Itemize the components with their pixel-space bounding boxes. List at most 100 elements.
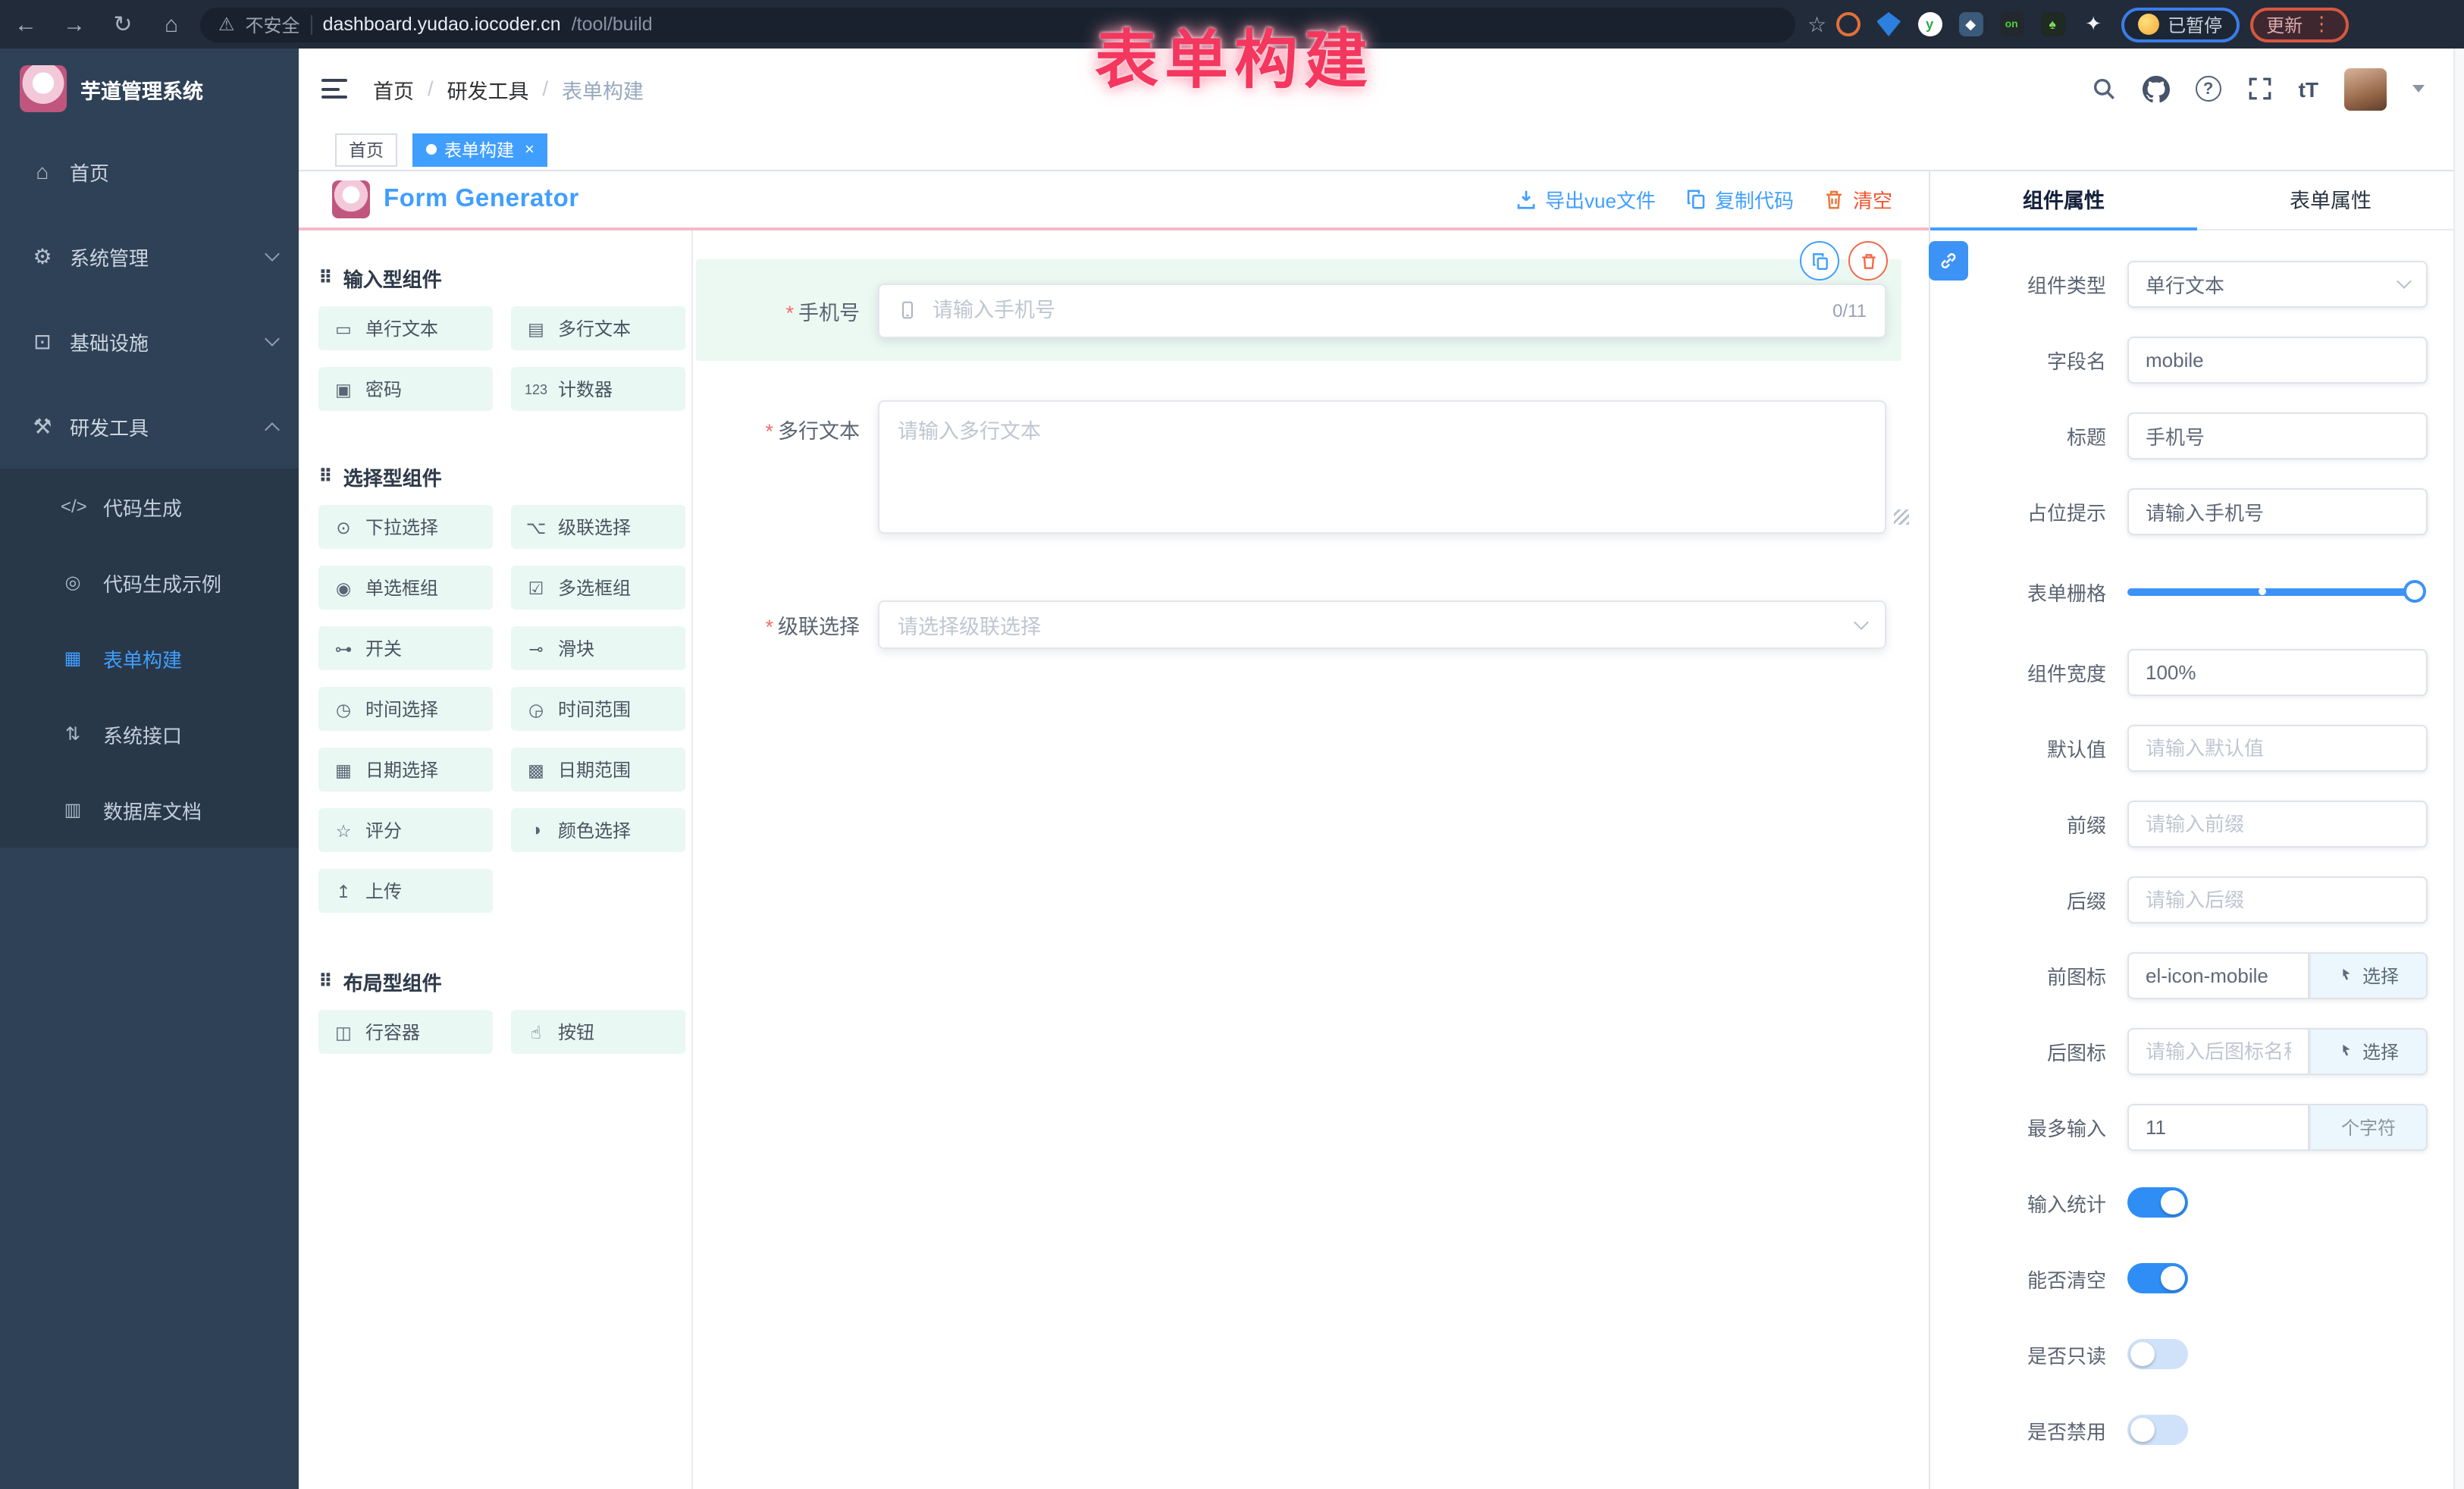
back-icon[interactable]: ←	[12, 11, 39, 37]
delete-field-button[interactable]	[1848, 241, 1888, 281]
component-chip-switch[interactable]: ⊶开关	[318, 626, 493, 670]
duplicate-field-button[interactable]	[1800, 241, 1839, 281]
component-chip-radio[interactable]: ◉单选框组	[318, 566, 493, 610]
component-chip-password[interactable]: ▣密码	[318, 367, 493, 411]
badge-icon: ◎	[61, 572, 85, 593]
suffix-input[interactable]	[2127, 876, 2428, 923]
breadcrumb-home[interactable]: 首页	[373, 74, 414, 104]
component-chip-date-range[interactable]: ▩日期范围	[511, 748, 685, 792]
sidebar-item-form-builder[interactable]: ▦ 表单构建	[0, 620, 299, 696]
collapse-sidebar-icon[interactable]	[321, 79, 347, 99]
cascader-select[interactable]: 请选择级联选择	[878, 600, 1886, 649]
maxlen-input[interactable]	[2127, 1103, 2309, 1150]
choose-suffix-icon-button[interactable]: 选择	[2309, 1027, 2428, 1074]
mobile-input[interactable]: 0/11	[878, 283, 1886, 337]
component-type-select[interactable]: 单行文本	[2127, 260, 2428, 307]
breadcrumb-devtools[interactable]: 研发工具	[447, 74, 529, 104]
readonly-toggle[interactable]	[2127, 1339, 2188, 1369]
component-chip-textarea[interactable]: ▤多行文本	[511, 306, 685, 350]
extension-puzzle-icon[interactable]: ◆	[1958, 12, 1983, 36]
slider-handle[interactable]	[2403, 580, 2426, 603]
component-chip-checkbox[interactable]: ☑多选框组	[511, 566, 685, 610]
component-chip-row[interactable]: ◫行容器	[318, 1010, 493, 1054]
github-icon[interactable]	[2143, 75, 2170, 102]
paused-badge[interactable]: 已暂停	[2121, 7, 2239, 42]
extension-v-icon[interactable]: y	[1917, 12, 1942, 36]
component-chip-date[interactable]: ▦日期选择	[318, 748, 493, 792]
clear-button[interactable]: 清空	[1823, 185, 1892, 214]
header-actions: ? tT	[2091, 67, 2425, 110]
component-chip-counter[interactable]: 123计数器	[511, 367, 685, 411]
sidebar-item-codegen-demo[interactable]: ◎ 代码生成示例	[0, 544, 299, 620]
component-chip-slider[interactable]: ⊸滑块	[511, 626, 685, 670]
choose-prefix-icon-button[interactable]: 选择	[2309, 951, 2428, 998]
extension-on-icon[interactable]: on	[1999, 12, 2024, 36]
sidebar-item-devtools[interactable]: ⚒ 研发工具	[0, 384, 299, 469]
page-scrollbar[interactable]	[2453, 49, 2464, 1489]
extension-star-icon[interactable]: ✦	[2081, 12, 2105, 36]
width-input[interactable]	[2127, 648, 2428, 695]
link-button[interactable]	[1929, 241, 1968, 281]
extension-leaf-icon[interactable]: ♠	[2040, 12, 2064, 36]
disabled-toggle[interactable]	[2127, 1415, 2188, 1445]
forward-icon[interactable]: →	[61, 11, 88, 37]
component-chip-upload[interactable]: ↥上传	[318, 869, 493, 913]
component-chip-single-text[interactable]: ▭单行文本	[318, 306, 493, 350]
default-value-input[interactable]	[2127, 724, 2428, 771]
update-button[interactable]: 更新 ⋮	[2249, 7, 2348, 42]
sidebar-item-home[interactable]: ⌂ 首页	[0, 129, 299, 214]
form-field-textarea[interactable]: *多行文本	[696, 400, 1901, 534]
avatar[interactable]	[2344, 67, 2387, 110]
tab-form-props[interactable]: 表单属性	[2197, 171, 2464, 229]
url-host[interactable]: dashboard.yudao.iocoder.cn	[323, 14, 561, 35]
component-chip-button[interactable]: ☝按钮	[511, 1010, 685, 1054]
search-icon[interactable]	[2091, 76, 2117, 102]
sidebar-logo[interactable]: 芋道管理系统	[0, 49, 299, 129]
form-field-cascader[interactable]: *级联选择 请选择级联选择	[696, 600, 1901, 649]
bookmark-star-icon[interactable]: ☆	[1807, 11, 1826, 37]
component-chip-select[interactable]: ⊙下拉选择	[318, 505, 493, 549]
sidebar-item-codegen[interactable]: </> 代码生成	[0, 469, 299, 544]
tab-component-props[interactable]: 组件属性	[1930, 171, 2197, 229]
extension-gem-icon[interactable]	[1876, 12, 1901, 36]
security-label[interactable]: 不安全	[246, 11, 300, 37]
form-grid-slider[interactable]	[2127, 588, 2422, 595]
sidebar-item-infra[interactable]: ⊡ 基础设施	[0, 299, 299, 384]
extension-refresh-icon[interactable]	[1835, 12, 1860, 36]
font-size-icon[interactable]: tT	[2299, 77, 2318, 101]
component-chip-color[interactable]: ◑颜色选择	[511, 808, 685, 852]
export-vue-button[interactable]: 导出vue文件	[1515, 185, 1656, 214]
upload-icon: ↥	[332, 880, 355, 901]
prefix-icon-input[interactable]	[2127, 951, 2309, 998]
help-icon[interactable]: ?	[2196, 76, 2221, 102]
menu-dots-icon[interactable]: ⋮	[2312, 12, 2331, 36]
sidebar-item-db-doc[interactable]: ▥ 数据库文档	[0, 772, 299, 848]
field-name-input[interactable]	[2127, 336, 2428, 383]
avatar-caret-icon[interactable]	[2412, 85, 2425, 92]
close-icon[interactable]: ×	[525, 140, 534, 158]
sidebar-item-system[interactable]: ⚙ 系统管理	[0, 214, 299, 299]
title-input[interactable]	[2127, 412, 2428, 459]
address-bar[interactable]: ⚠ 不安全 dashboard.yudao.iocoder.cn/tool/bu…	[200, 7, 1795, 42]
placeholder-input[interactable]	[2127, 487, 2428, 534]
sidebar-item-api[interactable]: ⇅ 系统接口	[0, 696, 299, 772]
form-field-mobile[interactable]: *手机号 0/11	[696, 259, 1901, 361]
input-stat-toggle[interactable]	[2127, 1187, 2188, 1218]
component-chip-time[interactable]: ◷时间选择	[318, 687, 493, 731]
copy-code-button[interactable]: 复制代码	[1685, 185, 1794, 214]
tag-form-builder[interactable]: 表单构建 ×	[412, 133, 548, 166]
suffix-icon-input[interactable]	[2127, 1027, 2309, 1074]
resize-handle-icon[interactable]	[1894, 509, 1909, 525]
component-chip-rate[interactable]: ☆评分	[318, 808, 493, 852]
clearable-toggle[interactable]	[2127, 1263, 2188, 1293]
home-icon[interactable]: ⌂	[158, 11, 185, 37]
prefix-input[interactable]	[2127, 800, 2428, 847]
textarea-field[interactable]	[878, 400, 1886, 534]
cascade-icon: ⌥	[525, 516, 547, 538]
component-chip-cascader[interactable]: ⌥级联选择	[511, 505, 685, 549]
mobile-input-field[interactable]	[929, 297, 1820, 323]
component-chip-time-range[interactable]: ◶时间范围	[511, 687, 685, 731]
tag-home[interactable]: 首页	[335, 133, 397, 166]
reload-icon[interactable]: ↻	[109, 11, 136, 38]
fullscreen-icon[interactable]	[2247, 76, 2273, 102]
